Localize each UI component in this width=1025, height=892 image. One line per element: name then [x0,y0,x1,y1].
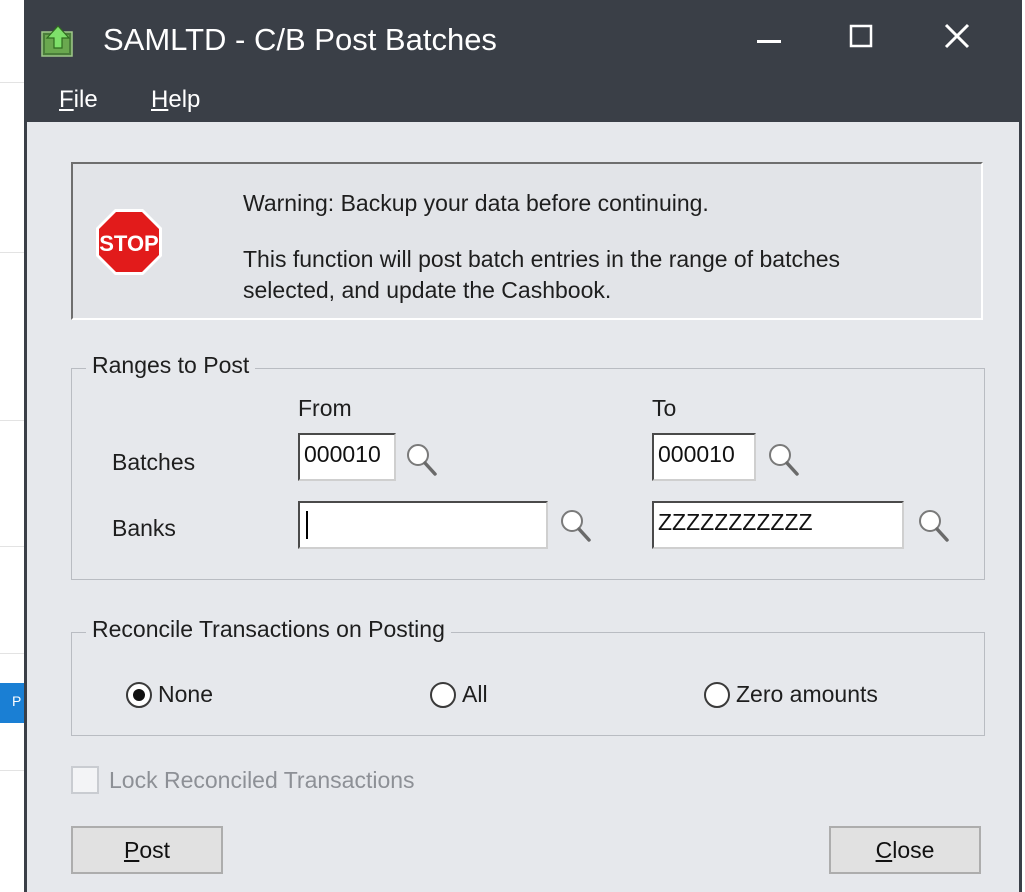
menu-bar: File Help [27,78,1019,122]
from-header: From [298,395,352,421]
reconcile-group-legend: Reconcile Transactions on Posting [86,616,451,643]
background-divider [0,82,24,83]
menu-help[interactable]: Help [151,86,200,114]
background-tab[interactable]: P [0,683,24,723]
app-icon [41,25,73,57]
background-divider [0,653,24,654]
close-button-mnemonic: C [875,836,893,863]
close-window-button[interactable] [927,12,987,60]
ranges-group-legend: Ranges to Post [86,352,256,379]
background-divider [0,770,24,771]
lock-reconciled-label: Lock Reconciled Transactions [109,766,415,793]
batches-to-finder-icon[interactable] [766,441,800,477]
reconcile-group: Reconcile Transactions on Posting None A… [71,616,985,736]
minimize-button[interactable] [739,12,799,60]
window-title: SAMLTD - C/B Post Batches [103,22,497,57]
batches-from-finder-icon[interactable] [404,441,438,477]
lock-reconciled-checkbox[interactable] [71,766,99,794]
background-app-strip: P [0,0,24,892]
menu-help-mnemonic: H [151,86,169,113]
maximize-icon [849,24,873,48]
menu-file-label: ile [73,86,98,113]
banks-from-field[interactable] [298,501,548,549]
menu-file[interactable]: File [59,86,98,114]
radio-zero-amounts-circle[interactable] [704,681,730,708]
batches-to-field[interactable]: 000010 [652,433,756,481]
radio-zero-amounts[interactable]: Zero amounts [704,681,878,708]
to-header: To [652,395,677,421]
warning-line-2: This function will post batch entries in… [243,246,841,272]
radio-none-circle[interactable] [126,681,152,708]
warning-line-1: Warning: Backup your data before continu… [243,190,709,216]
background-divider [0,420,24,421]
stop-sign-text: STOP [99,231,159,256]
close-button[interactable]: Close [829,826,981,874]
title-bar[interactable]: SAMLTD - C/B Post Batches [27,0,1019,78]
background-divider [0,252,24,253]
radio-none[interactable]: None [126,681,213,708]
banks-to-field[interactable]: ZZZZZZZZZZZ [652,501,904,549]
banks-label: Banks [112,515,176,541]
radio-all-label: All [462,681,488,707]
post-button[interactable]: Post [71,826,223,874]
batches-from-field[interactable]: 000010 [298,433,396,481]
background-tab-label: P [12,693,22,709]
radio-all[interactable]: All [430,681,488,708]
close-icon [944,23,970,49]
batches-label: Batches [112,449,196,475]
background-divider [0,546,24,547]
post-button-mnemonic: P [123,836,140,863]
minimize-icon [757,40,781,43]
menu-help-label: elp [168,86,201,113]
ranges-group: Ranges to Post From To Batches Banks 000… [71,352,985,580]
maximize-button[interactable] [831,12,891,60]
radio-all-circle[interactable] [430,681,456,708]
post-batches-window: SAMLTD - C/B Post Batches File Help STOP… [24,0,1022,892]
banks-from-finder-icon[interactable] [558,507,592,543]
radio-none-label: None [158,681,213,707]
warning-line-3: selected, and update the Cashbook. [243,277,612,303]
warning-panel: STOP Warning: Backup your data before co… [71,162,983,320]
banks-to-finder-icon[interactable] [916,507,950,543]
lock-reconciled-option[interactable]: Lock Reconciled Transactions [71,766,415,794]
dialog-content: STOP Warning: Backup your data before co… [27,122,1019,892]
post-button-label: ost [139,836,171,863]
radio-zero-amounts-label: Zero amounts [736,681,878,707]
menu-file-mnemonic: F [59,86,74,113]
stop-sign-icon: STOP [96,209,162,275]
close-button-label: lose [892,836,935,863]
